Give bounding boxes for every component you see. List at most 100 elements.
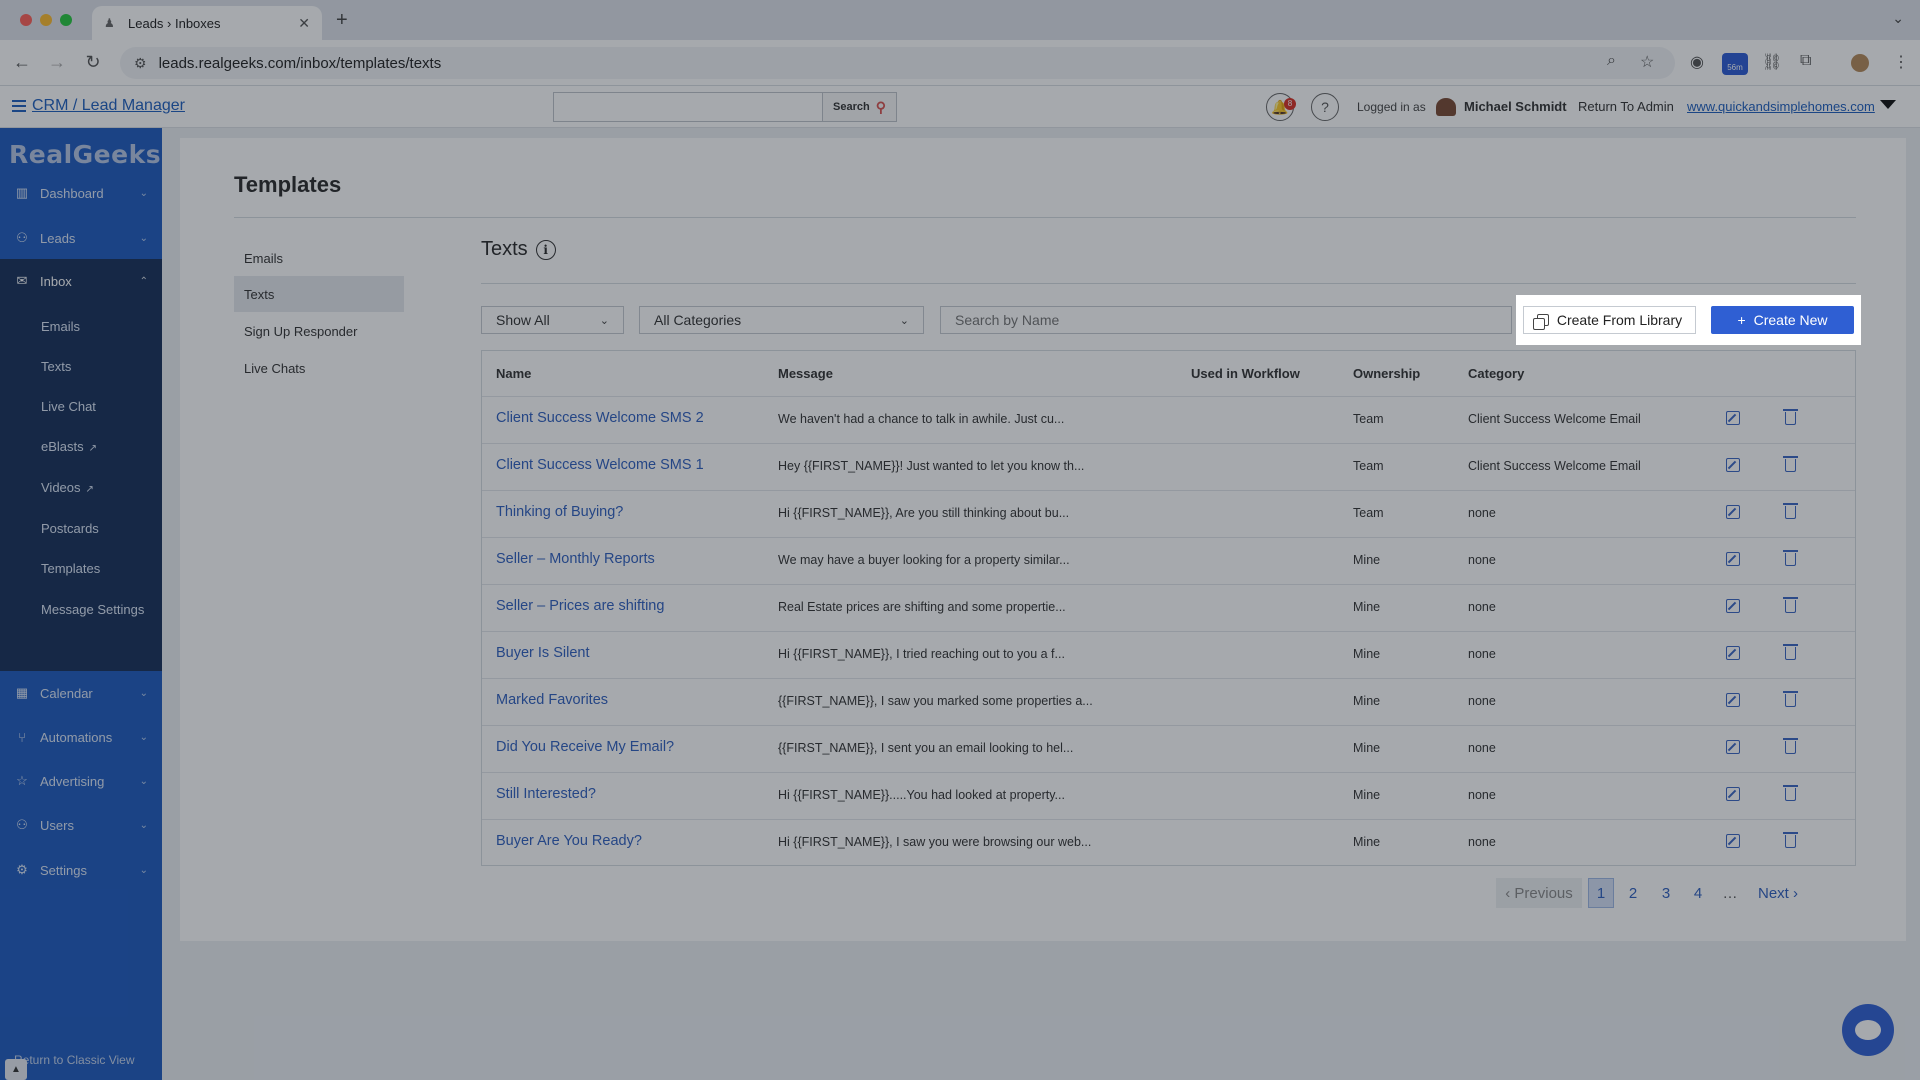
- table-row[interactable]: Client Success Welcome SMS 2 We haven't h…: [482, 396, 1855, 443]
- link-extension-icon[interactable]: ⛓: [1762, 52, 1782, 72]
- table-row[interactable]: Seller – Monthly Reports We may have a bu…: [482, 537, 1855, 584]
- edit-icon[interactable]: [1726, 693, 1740, 707]
- table-row[interactable]: Seller – Prices are shifting Real Estate …: [482, 584, 1855, 631]
- template-name-link[interactable]: Buyer Is Silent: [496, 645, 590, 661]
- trash-icon[interactable]: [1783, 456, 1798, 472]
- pagination-page-2[interactable]: 2: [1620, 878, 1646, 908]
- table-row[interactable]: Did You Receive My Email? {{FIRST_NAME}},…: [482, 725, 1855, 772]
- tab-close-icon[interactable]: ✕: [298, 15, 310, 32]
- crm-home-link[interactable]: CRM / Lead Manager: [12, 97, 185, 115]
- show-filter-dropdown[interactable]: Show All ⌄: [481, 306, 624, 334]
- sidebar-item-dashboard[interactable]: ▥ Dashboard ⌄: [0, 171, 162, 215]
- edit-icon[interactable]: [1726, 552, 1740, 566]
- browser-menu-icon[interactable]: ⋮: [1893, 52, 1909, 72]
- chat-widget-button[interactable]: [1842, 1004, 1894, 1056]
- templates-nav-sign-up-responder[interactable]: Sign Up Responder: [234, 313, 404, 349]
- sidebar-sub-live-chat[interactable]: Live Chat: [41, 399, 96, 414]
- table-row[interactable]: Buyer Is Silent Hi {{FIRST_NAME}}, I trie…: [482, 631, 1855, 678]
- info-icon[interactable]: i: [535, 239, 556, 260]
- templates-nav-texts[interactable]: Texts: [234, 276, 404, 312]
- template-name-link[interactable]: Thinking of Buying?: [496, 504, 623, 520]
- global-search-input[interactable]: [553, 92, 823, 122]
- minimize-window-button[interactable]: [40, 14, 52, 26]
- trash-icon[interactable]: [1783, 597, 1798, 613]
- tab-search-icon[interactable]: ⌄: [1892, 10, 1904, 27]
- create-new-button[interactable]: + Create New: [1711, 306, 1854, 334]
- pagination-next-button[interactable]: Next ›: [1752, 878, 1804, 908]
- category-filter-dropdown[interactable]: All Categories ⌄: [639, 306, 924, 334]
- trash-icon[interactable]: [1783, 644, 1798, 660]
- sidebar-item-leads[interactable]: ⚇ Leads ⌄: [0, 216, 162, 260]
- maximize-window-button[interactable]: [60, 14, 72, 26]
- address-bar[interactable]: ⚙ leads.realgeeks.com/inbox/templates/te…: [120, 47, 1675, 79]
- template-name-link[interactable]: Still Interested?: [496, 786, 596, 802]
- edit-icon[interactable]: [1726, 599, 1740, 613]
- trash-icon[interactable]: [1783, 785, 1798, 801]
- close-window-button[interactable]: [20, 14, 32, 26]
- edit-icon[interactable]: [1726, 834, 1740, 848]
- sidebar-sub-postcards[interactable]: Postcards: [41, 521, 99, 536]
- column-header-name[interactable]: Name: [496, 366, 531, 381]
- template-name-link[interactable]: Client Success Welcome SMS 2: [496, 410, 704, 426]
- table-row[interactable]: Thinking of Buying? Hi {{FIRST_NAME}}, Ar…: [482, 490, 1855, 537]
- table-row[interactable]: Marked Favorites {{FIRST_NAME}}, I saw yo…: [482, 678, 1855, 725]
- edit-icon[interactable]: [1726, 740, 1740, 754]
- classic-view-link[interactable]: Return to Classic View: [14, 1053, 135, 1067]
- caret-down-icon[interactable]: [1880, 100, 1896, 109]
- template-name-link[interactable]: Marked Favorites: [496, 692, 608, 708]
- bookmark-star-icon[interactable]: ☆: [1640, 52, 1654, 72]
- browser-tab[interactable]: ♟ Leads › Inboxes ✕: [92, 6, 322, 40]
- edit-icon[interactable]: [1726, 458, 1740, 472]
- sidebar-item-inbox[interactable]: ✉ Inbox ⌃: [0, 259, 162, 303]
- extension-badge[interactable]: 56m: [1722, 53, 1748, 75]
- template-name-link[interactable]: Buyer Are You Ready?: [496, 833, 642, 849]
- trash-icon[interactable]: [1783, 503, 1798, 519]
- template-name-link[interactable]: Client Success Welcome SMS 1: [496, 457, 704, 473]
- pagination-page-3[interactable]: 3: [1653, 878, 1679, 908]
- template-name-link[interactable]: Did You Receive My Email?: [496, 739, 674, 755]
- sidebar-sub-texts[interactable]: Texts: [41, 359, 71, 374]
- sidebar-item-users[interactable]: ⚇ Users ⌄: [0, 803, 162, 847]
- reload-icon[interactable]: ↻: [82, 52, 104, 73]
- website-link[interactable]: www.quickandsimplehomes.com: [1687, 99, 1875, 114]
- profile-avatar[interactable]: [1851, 54, 1869, 72]
- edit-icon[interactable]: [1726, 787, 1740, 801]
- pagination-page-1[interactable]: 1: [1588, 878, 1614, 908]
- zoom-icon[interactable]: ⌕: [1607, 52, 1616, 70]
- pagination-previous-button[interactable]: ‹ Previous: [1496, 878, 1582, 908]
- edit-icon[interactable]: [1726, 411, 1740, 425]
- sidebar-sub-videos[interactable]: Videos ↗: [41, 480, 94, 495]
- sidebar-item-settings[interactable]: ⚙ Settings ⌄: [0, 848, 162, 892]
- templates-nav-emails[interactable]: Emails: [234, 240, 404, 276]
- column-header-category[interactable]: Category: [1468, 366, 1524, 381]
- templates-nav-live-chats[interactable]: Live Chats: [234, 350, 404, 386]
- return-to-admin-link[interactable]: Return To Admin: [1578, 99, 1674, 114]
- table-row[interactable]: Still Interested? Hi {{FIRST_NAME}}.....Y…: [482, 772, 1855, 819]
- edit-icon[interactable]: [1726, 646, 1740, 660]
- forward-icon[interactable]: →: [46, 52, 68, 73]
- sidebar-sub-emails[interactable]: Emails: [41, 319, 80, 334]
- back-icon[interactable]: ←: [11, 52, 33, 73]
- column-header-ownership[interactable]: Ownership: [1353, 366, 1420, 381]
- trash-icon[interactable]: [1783, 409, 1798, 425]
- trash-icon[interactable]: [1783, 691, 1798, 707]
- trash-icon[interactable]: [1783, 550, 1798, 566]
- column-header-message[interactable]: Message: [778, 366, 833, 381]
- template-name-link[interactable]: Seller – Prices are shifting: [496, 598, 664, 614]
- search-by-name-input[interactable]: [940, 306, 1512, 334]
- trash-icon[interactable]: [1783, 738, 1798, 754]
- new-tab-icon[interactable]: +: [336, 9, 348, 32]
- site-settings-icon[interactable]: ⚙: [134, 55, 147, 72]
- create-from-library-button[interactable]: Create From Library: [1523, 306, 1696, 334]
- sidebar-item-calendar[interactable]: ▦ Calendar ⌄: [0, 671, 162, 715]
- sidebar-item-advertising[interactable]: ☆ Advertising ⌄: [0, 759, 162, 803]
- table-row[interactable]: Buyer Are You Ready? Hi {{FIRST_NAME}}, I…: [482, 819, 1855, 866]
- sidebar-sub-message-settings[interactable]: Message Settings: [41, 602, 144, 617]
- collapse-sidebar-icon[interactable]: ▲: [5, 1059, 27, 1080]
- sidebar-sub-eblasts[interactable]: eBlasts ↗: [41, 439, 97, 454]
- sidebar-item-automations[interactable]: ⑂ Automations ⌄: [0, 715, 162, 759]
- trash-icon[interactable]: [1783, 832, 1798, 848]
- search-button[interactable]: Search ⚲: [823, 92, 897, 122]
- template-name-link[interactable]: Seller – Monthly Reports: [496, 551, 655, 567]
- column-header-used-in-workflow[interactable]: Used in Workflow: [1191, 366, 1300, 381]
